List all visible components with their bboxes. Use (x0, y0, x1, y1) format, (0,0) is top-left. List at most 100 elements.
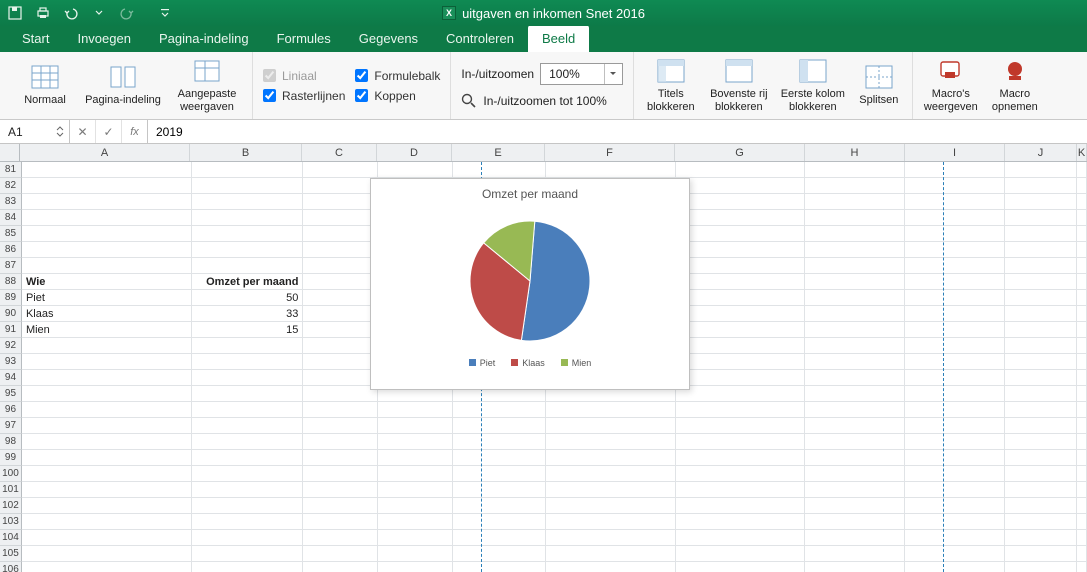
cell[interactable] (805, 242, 905, 258)
cell[interactable] (1077, 402, 1087, 418)
cell[interactable] (805, 514, 905, 530)
cell[interactable] (192, 370, 304, 386)
cell[interactable] (453, 546, 546, 562)
cell[interactable]: Wie (22, 274, 192, 290)
qat-customize[interactable] (156, 4, 174, 22)
column-header-G[interactable]: G (675, 144, 805, 161)
cell[interactable] (22, 498, 192, 514)
row-header[interactable]: 105 (0, 546, 22, 562)
cell[interactable] (1077, 178, 1087, 194)
cell[interactable] (303, 466, 378, 482)
cell[interactable] (905, 210, 1005, 226)
row-header[interactable]: 90 (0, 306, 22, 322)
formula-bar-checkbox[interactable]: Formulebalk (355, 69, 440, 83)
row-header[interactable]: 101 (0, 482, 22, 498)
cell[interactable] (1005, 466, 1077, 482)
cell[interactable] (805, 306, 905, 322)
cell[interactable] (905, 402, 1005, 418)
cell[interactable] (192, 434, 304, 450)
cell[interactable] (905, 450, 1005, 466)
column-header-E[interactable]: E (452, 144, 545, 161)
cell[interactable] (1005, 242, 1077, 258)
worksheet[interactable]: ABCDEFGHIJK 8182838485868788WieOmzet per… (0, 144, 1087, 572)
cell[interactable] (676, 402, 806, 418)
cell[interactable] (905, 194, 1005, 210)
cell[interactable] (303, 274, 378, 290)
column-header-D[interactable]: D (377, 144, 452, 161)
cell[interactable] (378, 514, 453, 530)
cell[interactable]: Mien (22, 322, 192, 338)
cell[interactable] (1077, 418, 1087, 434)
cell[interactable] (805, 530, 905, 546)
cell[interactable] (303, 386, 378, 402)
row-header[interactable]: 81 (0, 162, 22, 178)
cell[interactable] (676, 322, 806, 338)
cell[interactable] (905, 482, 1005, 498)
cell[interactable] (1077, 226, 1087, 242)
row-header[interactable]: 104 (0, 530, 22, 546)
cell[interactable] (905, 290, 1005, 306)
cell[interactable] (1077, 322, 1087, 338)
cell[interactable] (676, 466, 806, 482)
cell[interactable] (303, 178, 378, 194)
cell[interactable] (192, 178, 304, 194)
cell[interactable] (453, 434, 546, 450)
cell[interactable] (805, 546, 905, 562)
cell[interactable] (905, 370, 1005, 386)
cell[interactable] (1005, 482, 1077, 498)
cell[interactable]: Omzet per maand (192, 274, 304, 290)
cell[interactable] (1077, 306, 1087, 322)
cell[interactable] (905, 178, 1005, 194)
cell[interactable] (1077, 354, 1087, 370)
cell[interactable] (303, 306, 378, 322)
cell[interactable] (676, 514, 806, 530)
column-header-I[interactable]: I (905, 144, 1005, 161)
cell[interactable] (676, 258, 806, 274)
cell[interactable] (1005, 290, 1077, 306)
row-header[interactable]: 103 (0, 514, 22, 530)
cell[interactable] (1077, 210, 1087, 226)
row-header[interactable]: 102 (0, 498, 22, 514)
cell[interactable] (22, 482, 192, 498)
cell[interactable] (22, 530, 192, 546)
row-header[interactable]: 83 (0, 194, 22, 210)
cell[interactable] (192, 226, 304, 242)
cell[interactable] (805, 498, 905, 514)
cell[interactable] (1077, 466, 1087, 482)
cell[interactable] (805, 178, 905, 194)
zoom-select[interactable]: 100% (540, 63, 623, 85)
redo-button[interactable] (118, 4, 136, 22)
cell[interactable] (805, 466, 905, 482)
row-header[interactable]: 94 (0, 370, 22, 386)
cell[interactable] (1077, 562, 1087, 572)
cell[interactable] (378, 450, 453, 466)
tab-gegevens[interactable]: Gegevens (345, 25, 432, 52)
column-header-F[interactable]: F (545, 144, 675, 161)
row-header[interactable]: 85 (0, 226, 22, 242)
cell[interactable] (192, 386, 304, 402)
cell[interactable] (1005, 258, 1077, 274)
cell[interactable] (1077, 162, 1087, 178)
gridlines-checkbox[interactable]: Rasterlijnen (263, 89, 345, 103)
cell[interactable] (1005, 306, 1077, 322)
tab-beeld[interactable]: Beeld (528, 25, 589, 52)
cell[interactable] (905, 546, 1005, 562)
cell[interactable] (1077, 370, 1087, 386)
cell[interactable] (546, 498, 676, 514)
cell[interactable]: Klaas (22, 306, 192, 322)
cell[interactable] (378, 418, 453, 434)
cell[interactable] (378, 162, 453, 178)
cell[interactable] (192, 418, 304, 434)
cell[interactable] (453, 402, 546, 418)
cell[interactable] (676, 226, 806, 242)
row-header[interactable]: 91 (0, 322, 22, 338)
cell[interactable] (676, 290, 806, 306)
row-header[interactable]: 92 (0, 338, 22, 354)
embedded-chart[interactable]: Omzet per maand PietKlaasMien (370, 178, 690, 390)
cell[interactable] (805, 194, 905, 210)
cell[interactable] (1077, 546, 1087, 562)
cell[interactable] (303, 290, 378, 306)
cell[interactable] (676, 434, 806, 450)
cell[interactable] (378, 498, 453, 514)
cell[interactable] (192, 210, 304, 226)
